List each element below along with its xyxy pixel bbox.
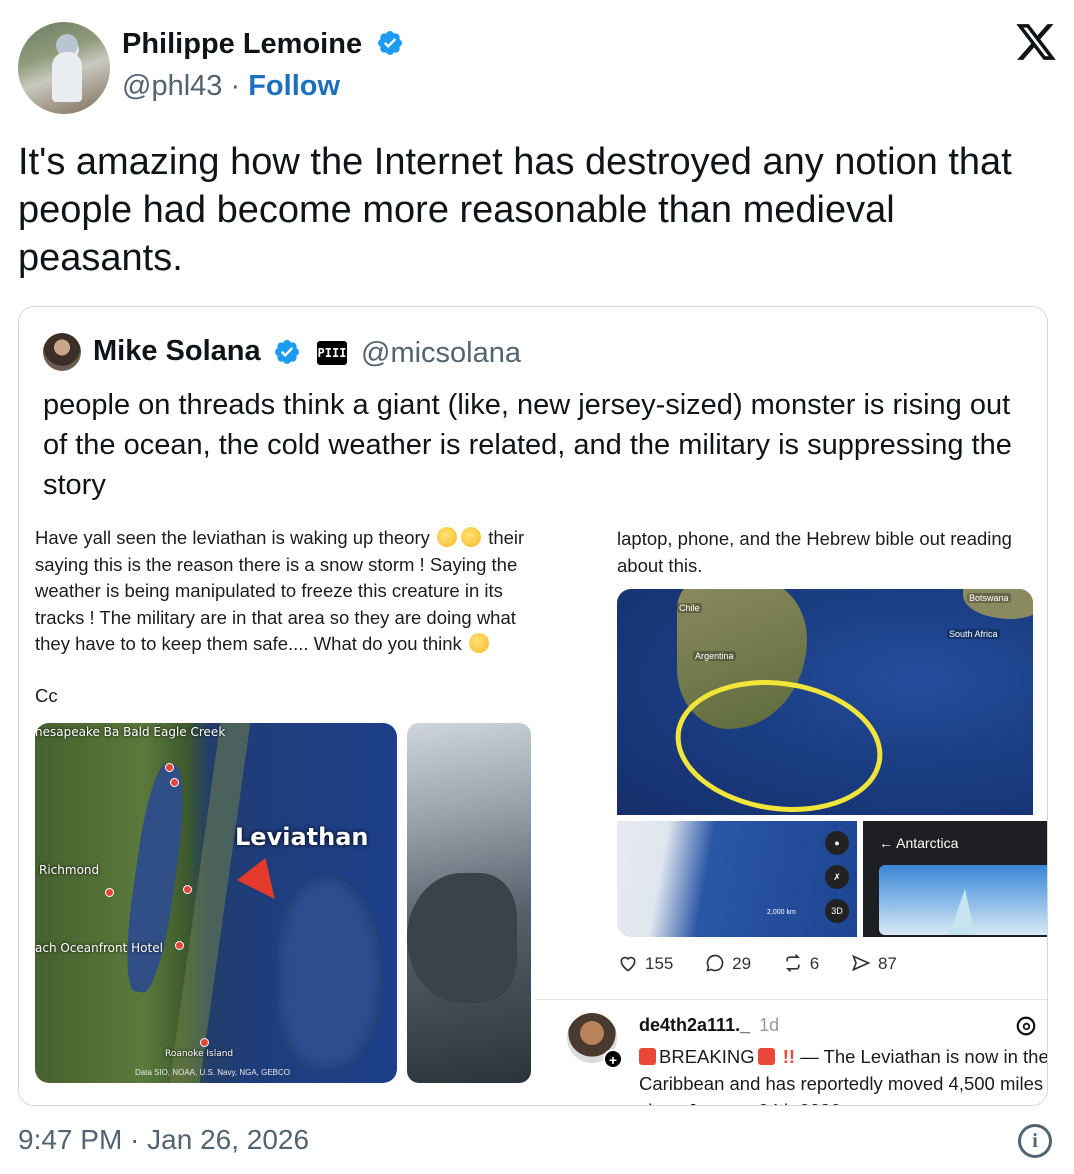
- tweet-header: Philippe Lemoine @phl43 · Follow: [18, 18, 1058, 118]
- 3d-button[interactable]: 3D: [825, 899, 849, 923]
- reply-user[interactable]: de4th2a111._ 1d: [639, 1015, 779, 1036]
- verified-badge-icon: [378, 31, 403, 55]
- author-handle[interactable]: @phl43: [122, 70, 222, 102]
- map-label-chile: Chile: [677, 603, 702, 613]
- map-pin: [175, 941, 184, 950]
- reply-text-a: — The Leviathan is now in: [800, 1046, 1018, 1067]
- ocean-photo-image[interactable]: [407, 723, 531, 1083]
- leviathan-map-image[interactable]: hesapeake Ba Bald Eagle Creek Richmond a…: [35, 723, 397, 1083]
- threads-icon[interactable]: [1015, 1015, 1037, 1037]
- right-post-text: laptop, phone, and the Hebrew bible out …: [617, 528, 1012, 576]
- siren-emoji-icon: [757, 1048, 775, 1065]
- repost-icon: [785, 954, 800, 972]
- info-icon[interactable]: i: [1018, 1124, 1052, 1158]
- quoted-author-name[interactable]: Mike Solana: [93, 335, 261, 368]
- map-credit: Data SIO, NOAA, U.S. Navy, NGA, GEBCO: [135, 1068, 290, 1077]
- siren-emoji-icon: [639, 1048, 656, 1065]
- compass-icon[interactable]: ✗: [825, 865, 849, 889]
- left-post-text-a: Have yall seen the leviathan is waking u…: [35, 527, 430, 548]
- left-post-text: Have yall seen the leviathan is waking u…: [35, 525, 525, 658]
- map-label-roanoke: Roanoke Island: [165, 1049, 234, 1059]
- quoted-text: people on threads think a giant (like, n…: [43, 389, 1012, 501]
- author-name-text: Philippe Lemoine: [122, 28, 363, 60]
- left-screenshot[interactable]: Have yall seen the leviathan is waking u…: [19, 517, 535, 1105]
- bay-shape: [119, 761, 191, 995]
- coast-shape: [169, 723, 251, 1083]
- heart-icon: [620, 956, 636, 972]
- iceberg-shape: [949, 889, 975, 935]
- south-atlantic-map-image[interactable]: Chile Argentina Botswana South Africa: [617, 589, 1033, 815]
- likes-stat[interactable]: 155: [617, 953, 673, 974]
- tweet-text: It's amazing how the Internet has destro…: [18, 141, 1012, 279]
- iceberg-image: [879, 865, 1047, 935]
- follow-button[interactable]: Follow: [248, 70, 340, 102]
- map-label-leviathan: Leviathan: [235, 823, 369, 851]
- x-logo-icon[interactable]: [1014, 20, 1058, 64]
- map-pin: [170, 778, 179, 787]
- reply-exclaim: !!: [782, 1046, 796, 1067]
- thinking-emoji-icon: [468, 633, 489, 653]
- zoomed-map-image[interactable]: ● ✗ 3D 2,000 km: [617, 821, 857, 937]
- replies-stat[interactable]: 29: [704, 953, 751, 974]
- left-post-cc: Cc: [35, 685, 58, 706]
- antarctica-label[interactable]: ← Antarctica: [879, 835, 958, 851]
- tweet-timestamp[interactable]: 9:47 PM · Jan 26, 2026: [18, 1124, 309, 1156]
- exploding-head-emoji-icon: [461, 527, 482, 547]
- map-label-south-africa: South Africa: [947, 629, 1000, 639]
- red-arrow-icon: [237, 857, 289, 911]
- reply-text: BREAKING !! — The Leviathan is now in th…: [639, 1043, 1047, 1105]
- reposts-stat[interactable]: 6: [782, 953, 819, 974]
- avatar-figure: [52, 52, 82, 102]
- affiliate-badge: PIII: [317, 341, 347, 365]
- engagement-stats: 155 29 6 87: [617, 953, 923, 974]
- quoted-tweet-card[interactable]: Mike Solana PIII @micsolana people on th…: [18, 306, 1048, 1106]
- likes-count: 155: [645, 954, 674, 973]
- quoted-handle[interactable]: @micsolana: [361, 337, 521, 370]
- right-screenshot[interactable]: laptop, phone, and the Hebrew bible out …: [535, 517, 1047, 1105]
- follow-plus-icon[interactable]: +: [603, 1049, 623, 1069]
- map-label-top: hesapeake Ba Bald Eagle Creek: [35, 725, 226, 739]
- reply-divider: [535, 999, 1047, 1000]
- separator-dot: ·: [230, 70, 241, 102]
- map-scale: 2,000 km: [767, 909, 796, 916]
- quoted-avatar[interactable]: [43, 333, 81, 371]
- map-label-botswana: Botswana: [967, 593, 1011, 603]
- creature-shape: [407, 873, 517, 1003]
- author-avatar[interactable]: [18, 22, 110, 114]
- author-name[interactable]: Philippe Lemoine: [122, 28, 404, 61]
- antarctica-panel[interactable]: ← Antarctica: [863, 821, 1047, 937]
- comment-icon: [706, 954, 724, 972]
- leviathan-shape: [275, 873, 385, 1073]
- reply-username: de4th2a111._: [639, 1015, 751, 1035]
- map-label-richmond: Richmond: [39, 863, 100, 877]
- scream-emoji-icon: [437, 527, 458, 547]
- map-label-oceanfront: ach Oceanfront Hotel: [35, 941, 163, 955]
- replies-count: 29: [732, 954, 752, 973]
- map-pin: [105, 888, 114, 897]
- map-pin: [183, 885, 192, 894]
- shares-count: 87: [877, 954, 897, 973]
- reposts-count: 6: [809, 954, 820, 973]
- map-pin: [165, 763, 174, 772]
- shares-stat[interactable]: 87: [850, 953, 897, 974]
- map-label-argentina: Argentina: [693, 651, 736, 661]
- author-handle-line: @phl43 · Follow: [122, 70, 340, 103]
- reply-breaking: BREAKING: [659, 1046, 755, 1067]
- reply-time: 1d: [759, 1015, 780, 1035]
- share-icon: [851, 954, 871, 972]
- map-pin: [200, 1038, 209, 1047]
- person-icon[interactable]: ●: [825, 831, 849, 855]
- verified-badge-icon: [275, 340, 299, 364]
